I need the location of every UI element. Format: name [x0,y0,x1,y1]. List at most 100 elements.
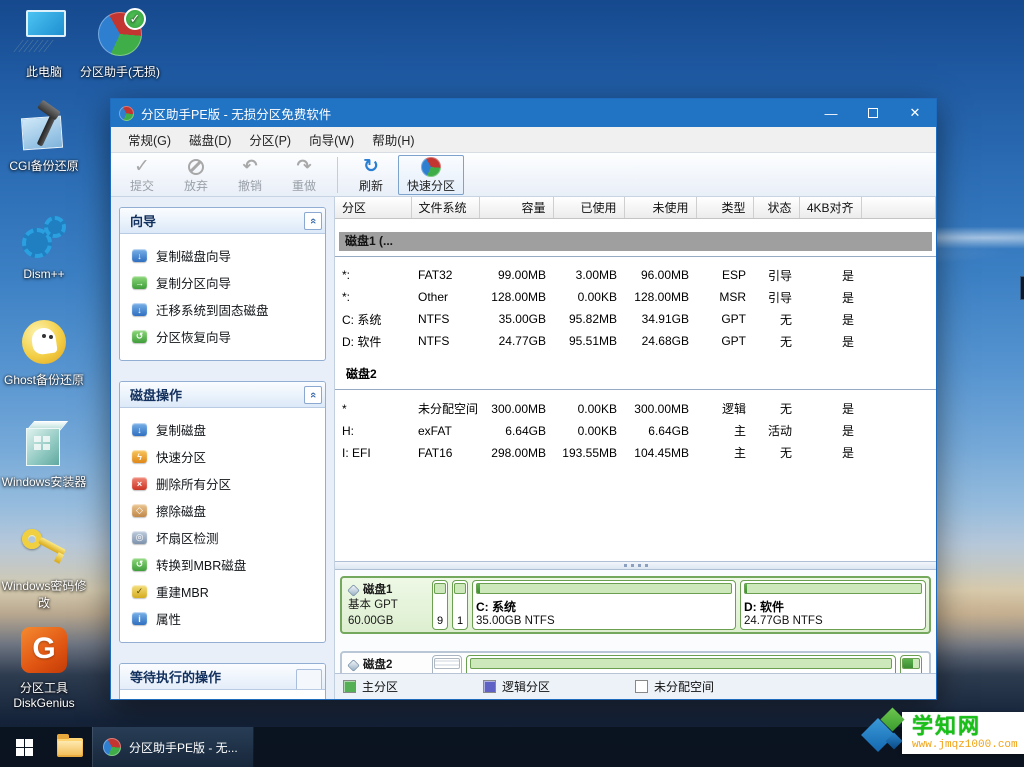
watermark: 学知网 www.jmqz1000.com [864,707,1024,759]
sidebar-item-bad-sector-check[interactable]: ◎ 坏扇区检测 [130,524,319,551]
pending-operations-list [120,690,325,699]
minimize-button[interactable]: — [810,99,852,127]
copy-disk-wizard-icon: ↓ [132,249,147,262]
convert-icon: ↺ [132,558,147,571]
logical-partition-swatch [483,680,496,693]
menu-help[interactable]: 帮助(H) [363,127,423,152]
col-unused[interactable]: 未使用 [624,197,696,218]
table-row[interactable]: *: Other 128.00MB 0.00KB 128.00MB MSR 引导… [335,286,936,308]
disk1-partition-msr[interactable]: 1 [452,580,468,630]
desktop-icon-windows-password[interactable]: Windows密码修改 [0,522,88,611]
sidebar-item-rebuild-mbr[interactable]: ✓ 重建MBR [130,578,319,605]
key-icon [0,522,88,574]
desktop-icon-this-pc[interactable]: 此电脑 [0,8,88,80]
desktop-icon-label: Ghost备份还原 [0,371,88,388]
table-row[interactable]: * 未分配空间 300.00MB 0.00KB 300.00MB 逻辑 无 是 [335,398,936,420]
sidebar-item-quick-partition[interactable]: ϟ 快速分区 [130,443,319,470]
panel-tab-notch [296,669,322,689]
desktop-icon-diskgenius[interactable]: G 分区工具 DiskGenius [0,624,88,710]
disk2-partition-h[interactable]: H: 6.64GB exFAT [466,655,896,673]
col-partition[interactable]: 分区 [335,197,411,218]
desktop-icon-label: Windows密码修改 [0,577,88,611]
table-row[interactable]: I: EFI FAT16 298.00MB 193.55MB 104.45MB … [335,442,936,464]
disk1-label[interactable]: 磁盘1 基本 GPT 60.00GB [344,580,428,630]
table-row[interactable]: H: exFAT 6.64GB 0.00KB 6.64GB 主 活动 是 [335,420,936,442]
legend-unallocated: 未分配空间 [635,678,714,695]
table-header-row: 分区 文件系统 容量 已使用 未使用 类型 状态 4KB对齐 [335,197,936,218]
disk1-partition-d[interactable]: D: 软件 24.77GB NTFS [740,580,926,630]
undo-icon: ↶ [242,157,257,177]
disk2-map-row[interactable]: 磁盘2 基本 MBR 7.23GB 30... H: 6.64GB exFAT [340,651,931,673]
menu-disk[interactable]: 磁盘(D) [180,127,240,152]
disk1-partition-esp[interactable]: 9 [432,580,448,630]
maximize-button[interactable] [852,99,894,127]
disk2-group-label[interactable]: 磁盘2 [338,365,933,384]
taskbar-active-task[interactable]: 分区助手PE版 - 无... [92,727,254,767]
windows-logo-icon [16,739,33,756]
redo-button[interactable]: ↷ 重做 [277,155,331,195]
collapse-chevron-icon[interactable]: « [304,212,322,230]
desktop-icon-label: CGI备份还原 [0,157,88,174]
commit-button[interactable]: ✓ 提交 [115,155,169,195]
menu-partition[interactable]: 分区(P) [240,127,300,152]
disk2-label[interactable]: 磁盘2 基本 MBR 7.23GB [344,655,428,673]
disk1-map-row[interactable]: 磁盘1 基本 GPT 60.00GB 9 1 [340,576,931,634]
col-4kb-aligned[interactable]: 4KB对齐 [799,197,861,218]
watermark-title: 学知网 [912,716,1020,738]
discard-button[interactable]: 放弃 [169,155,223,195]
diskgenius-icon: G [0,624,88,676]
undo-button[interactable]: ↶ 撤销 [223,155,277,195]
file-explorer-button[interactable] [48,727,92,767]
col-filesystem[interactable]: 文件系统 [411,197,479,218]
close-button[interactable]: ✕ [894,99,936,127]
disk2-group-row[interactable]: 磁盘2 [335,352,936,390]
edge-notch [1020,276,1024,300]
table-row[interactable]: C: 系统 NTFS 35.00GB 95.82MB 34.91GB GPT 无… [335,308,936,330]
table-row[interactable]: *: FAT32 99.00MB 3.00MB 96.00MB ESP 引导 是 [335,264,936,286]
desktop-icon-label: 此电脑 [0,63,88,80]
col-status[interactable]: 状态 [753,197,799,218]
sidebar-item-delete-all-partitions[interactable]: × 删除所有分区 [130,470,319,497]
disk1-partition-c[interactable]: C: 系统 35.00GB NTFS [472,580,736,630]
redo-icon: ↷ [296,157,311,177]
disk2-partition-i[interactable]: I:... 29... [900,655,922,673]
sidebar-item-convert-to-mbr[interactable]: ↺ 转换到MBR磁盘 [130,551,319,578]
desktop-icon-partition-assistant[interactable]: ✓ 分区助手(无损) [76,8,164,80]
col-used[interactable]: 已使用 [553,197,624,218]
col-type[interactable]: 类型 [696,197,753,218]
disk1-group-row[interactable]: 磁盘1 (... [335,218,936,256]
partition-assistant-window: 分区助手PE版 - 无损分区免费软件 — ✕ 常规(G) 磁盘(D) 分区(P)… [110,98,937,700]
col-capacity[interactable]: 容量 [479,197,553,218]
sidebar-item-properties[interactable]: i 属性 [130,605,319,632]
watermark-url: www.jmqz1000.com [912,739,1020,751]
disk1-group-label[interactable]: 磁盘1 (... [339,232,932,251]
app-logo-icon [119,106,134,121]
desktop-icon-windows-installer[interactable]: Windows安装器 [0,418,88,490]
sidebar-item-wipe-disk[interactable]: ◇ 擦除磁盘 [130,497,319,524]
sidebar-item-copy-disk[interactable]: ↓ 复制磁盘 [130,416,319,443]
sidebar-item-copy-partition-wizard[interactable]: → 复制分区向导 [130,269,319,296]
quick-partition-button[interactable]: 快速分区 [398,155,464,195]
desktop-icon-cgi-backup[interactable]: CGI备份还原 [0,102,88,174]
collapse-chevron-icon[interactable]: « [304,386,322,404]
disk2-unallocated[interactable]: 30... [432,655,462,673]
desktop-icon-ghost-backup[interactable]: Ghost备份还原 [0,316,88,388]
table-row[interactable]: D: 软件 NTFS 24.77GB 95.51MB 24.68GB GPT 无… [335,330,936,352]
title-bar[interactable]: 分区助手PE版 - 无损分区免费软件 — ✕ [111,99,936,127]
refresh-button[interactable]: ↻ 刷新 [344,155,398,195]
wizard-panel: 向导 « ↓ 复制磁盘向导 → 复制分区向导 ↓ [119,207,326,361]
menu-general[interactable]: 常规(G) [119,127,180,152]
wizard-panel-title: 向导 [130,211,304,230]
refresh-icon: ↻ [363,157,379,177]
sidebar-item-migrate-os-ssd[interactable]: ↓ 迁移系统到固态磁盘 [130,296,319,323]
start-button[interactable] [0,727,48,767]
check-icon: ✓ [134,157,150,177]
sidebar-item-partition-recovery[interactable]: ↺ 分区恢复向导 [130,323,319,350]
menu-wizard[interactable]: 向导(W) [300,127,363,152]
sidebar-item-copy-disk-wizard[interactable]: ↓ 复制磁盘向导 [130,242,319,269]
splitter-handle[interactable] [335,561,936,570]
desktop-icon-dism[interactable]: Dism++ [0,212,88,281]
disk-map-area: 磁盘1 基本 GPT 60.00GB 9 1 [335,570,936,673]
primary-partition-swatch [343,680,356,693]
app-logo-icon [103,738,121,756]
